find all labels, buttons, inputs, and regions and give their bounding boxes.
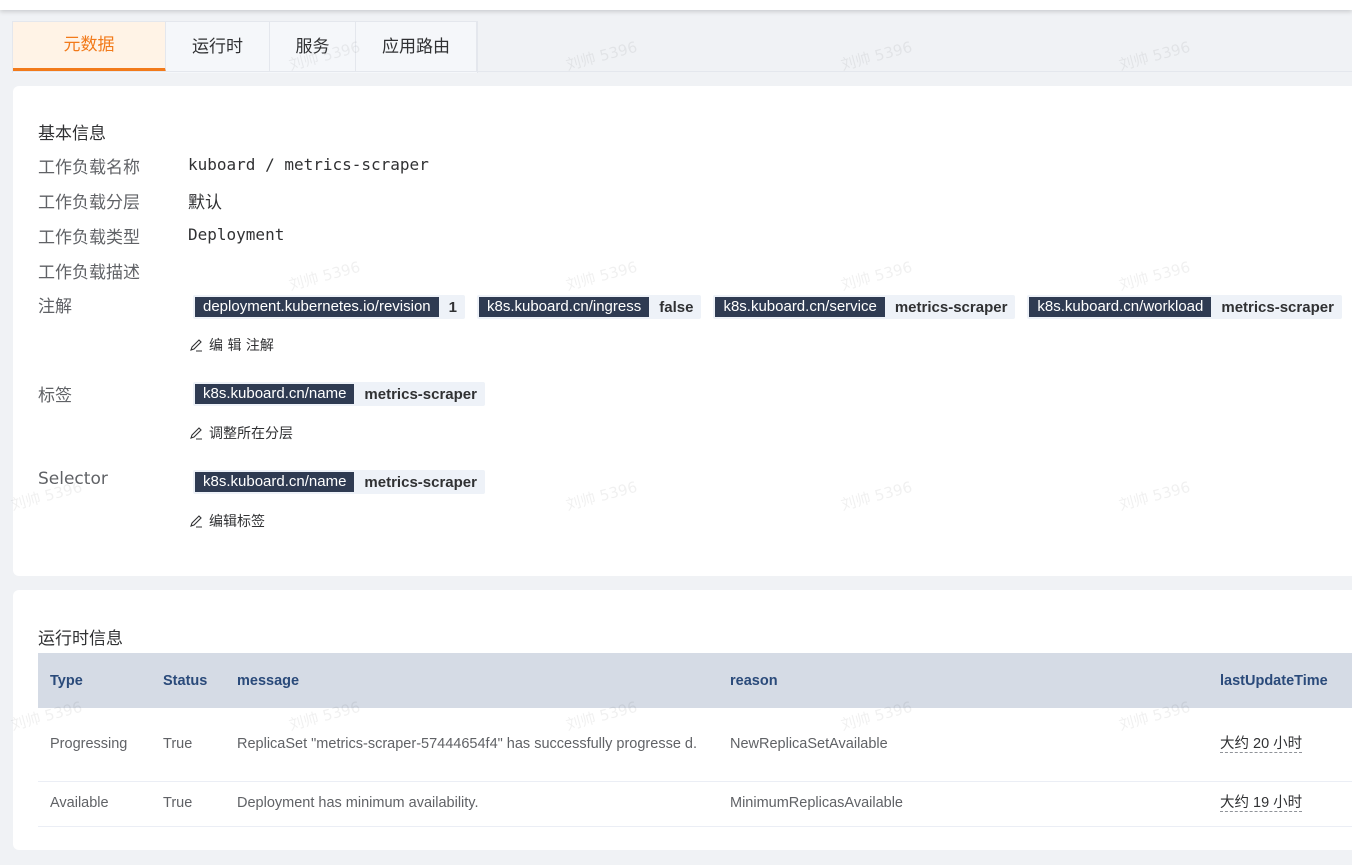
time-tooltip-trigger[interactable]: 大约 20 小时 bbox=[1220, 735, 1303, 753]
workload-name-label: 工作负载名称 bbox=[38, 158, 140, 178]
cell-reason: MinimumReplicasAvailable bbox=[718, 781, 1208, 827]
tab-ingress[interactable]: 应用路由 bbox=[356, 22, 477, 72]
labels-label: 标签 bbox=[38, 386, 72, 406]
tab-divider bbox=[12, 71, 1352, 72]
cell-type: Progressing bbox=[38, 708, 151, 782]
col-time-header: lastUpdateTime bbox=[1208, 653, 1352, 708]
tab-metadata[interactable]: 元数据 bbox=[13, 22, 166, 72]
col-reason-header: reason bbox=[718, 653, 1208, 708]
watermark: 刘帅 5396 bbox=[564, 37, 640, 75]
table-row: Available True Deployment has minimum av… bbox=[38, 781, 1352, 827]
workload-layer-label: 工作负载分层 bbox=[38, 193, 140, 213]
annotations-list: deployment.kubernetes.io/revision 1 k8s.k… bbox=[193, 295, 1342, 319]
adjust-layer-link[interactable]: 调整所在分层 bbox=[189, 423, 293, 443]
annotation-tag: k8s.kuboard.cn/service metrics-scraper bbox=[713, 295, 1016, 319]
cell-reason: NewReplicaSetAvailable bbox=[718, 708, 1208, 782]
edit-labels-link[interactable]: 编辑标签 bbox=[189, 511, 265, 531]
runtime-info-title: 运行时信息 bbox=[38, 629, 123, 649]
top-header-edge bbox=[0, 0, 1352, 10]
table-row: Progressing True ReplicaSet "metrics-scr… bbox=[38, 708, 1352, 782]
edit-pencil-icon bbox=[190, 339, 202, 352]
basic-info-title: 基本信息 bbox=[38, 124, 106, 144]
cell-status: True bbox=[151, 708, 225, 782]
workload-desc-label: 工作负载描述 bbox=[38, 263, 140, 283]
edit-pencil-icon bbox=[190, 515, 202, 528]
watermark: 刘帅 5396 bbox=[1117, 37, 1193, 75]
col-status-header: Status bbox=[151, 653, 225, 708]
label-tag: k8s.kuboard.cn/name metrics-scraper bbox=[193, 382, 485, 406]
selector-list: k8s.kuboard.cn/name metrics-scraper bbox=[193, 470, 485, 494]
labels-list: k8s.kuboard.cn/name metrics-scraper bbox=[193, 382, 485, 406]
cell-status: True bbox=[151, 781, 225, 827]
cell-time: 大约 20 小时 bbox=[1208, 708, 1352, 782]
conditions-table: Type Status message reason lastUpdateTim… bbox=[38, 653, 1352, 827]
selector-tag: k8s.kuboard.cn/name metrics-scraper bbox=[193, 470, 485, 494]
cell-time: 大约 19 小时 bbox=[1208, 781, 1352, 827]
annotation-tag: k8s.kuboard.cn/workload metrics-scraper bbox=[1027, 295, 1342, 319]
col-message-header: message bbox=[225, 653, 718, 708]
runtime-info-card: 运行时信息 Type Status message reason lastUpd… bbox=[13, 590, 1352, 850]
workload-type-label: 工作负载类型 bbox=[38, 228, 140, 248]
edit-annotations-link[interactable]: 编 辑 注解 bbox=[189, 335, 274, 355]
table-header-row: Type Status message reason lastUpdateTim… bbox=[38, 653, 1352, 708]
annotation-tag: deployment.kubernetes.io/revision 1 bbox=[193, 295, 465, 319]
annotation-tag: k8s.kuboard.cn/ingress false bbox=[476, 295, 702, 319]
selector-label: Selector bbox=[38, 469, 108, 489]
workload-name-value: kuboard / metrics-scraper bbox=[188, 155, 429, 174]
tab-runtime[interactable]: 运行时 bbox=[166, 22, 270, 72]
workload-layer-value: 默认 bbox=[188, 193, 222, 213]
time-tooltip-trigger[interactable]: 大约 19 小时 bbox=[1220, 795, 1303, 812]
edit-pencil-icon bbox=[190, 427, 202, 440]
workload-type-value: Deployment bbox=[188, 225, 285, 244]
watermark: 刘帅 5396 bbox=[839, 37, 915, 75]
col-type-header: Type bbox=[38, 653, 151, 708]
tab-services[interactable]: 服务 bbox=[270, 22, 356, 72]
cell-message: ReplicaSet "metrics-scraper-57444654f4" … bbox=[225, 708, 718, 782]
basic-info-card: 基本信息 工作负载名称 kuboard / metrics-scraper 工作… bbox=[13, 86, 1352, 576]
cell-message: Deployment has minimum availability. bbox=[225, 781, 718, 827]
cell-type: Available bbox=[38, 781, 151, 827]
tab-bar: 元数据 运行时 服务 应用路由 bbox=[12, 21, 478, 73]
annotations-label: 注解 bbox=[38, 297, 72, 317]
